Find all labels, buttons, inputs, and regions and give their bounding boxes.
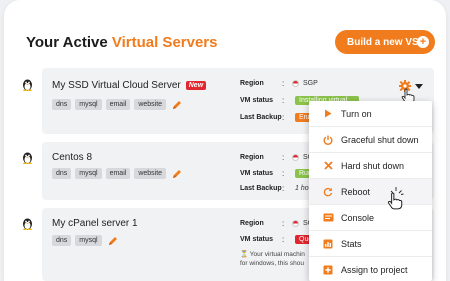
tag: email bbox=[105, 99, 131, 110]
colon: : bbox=[282, 235, 285, 244]
server-name[interactable]: My cPanel server 1 bbox=[52, 218, 138, 229]
new-badge: New bbox=[185, 81, 207, 90]
plus-icon: + bbox=[417, 36, 429, 48]
menu-item-reboot[interactable]: Reboot bbox=[309, 179, 432, 205]
tag: mysql bbox=[75, 235, 102, 246]
menu-item-assign-to-project[interactable]: Assign to project bbox=[309, 257, 432, 281]
singapore-flag-icon bbox=[292, 220, 299, 227]
title-prefix: Your Active bbox=[26, 34, 112, 51]
colon: : bbox=[282, 169, 285, 178]
region-text: SGP bbox=[303, 80, 318, 87]
region-value: SGP bbox=[292, 80, 318, 87]
menu-item-stats[interactable]: Stats bbox=[309, 231, 432, 257]
server-actions-menu: Turn on Graceful shut down Hard shut dow… bbox=[309, 101, 432, 281]
menu-item-label: Assign to project bbox=[341, 264, 408, 275]
tag-list: dns mysql bbox=[52, 235, 118, 246]
info-line: for windows, this shou bbox=[240, 260, 304, 267]
vm-status-label: VM status bbox=[240, 236, 274, 243]
build-new-vs-button[interactable]: Build a new VS + bbox=[335, 30, 435, 54]
server-name-text: My SSD Virtual Cloud Server bbox=[52, 80, 181, 91]
plus-square-icon bbox=[319, 265, 337, 275]
menu-item-hard-shut-down[interactable]: Hard shut down bbox=[309, 153, 432, 179]
menu-item-turn-on[interactable]: Turn on bbox=[309, 101, 432, 127]
linux-tux-icon bbox=[23, 79, 32, 91]
tag: website bbox=[134, 99, 167, 110]
region-label: Region bbox=[240, 80, 264, 87]
chevron-down-icon[interactable] bbox=[415, 84, 423, 89]
close-icon bbox=[319, 161, 337, 170]
tag: dns bbox=[52, 235, 72, 246]
last-backup-label: Last Backup bbox=[240, 185, 282, 192]
vm-status-label: VM status bbox=[240, 97, 274, 104]
server-name[interactable]: My SSD Virtual Cloud Server New bbox=[52, 80, 207, 91]
hourglass-icon: ⏳ bbox=[240, 251, 249, 258]
colon: : bbox=[282, 96, 285, 105]
click-burst-icon bbox=[390, 187, 404, 195]
menu-item-graceful-shut-down[interactable]: Graceful shut down bbox=[309, 127, 432, 153]
colon: : bbox=[282, 184, 285, 193]
vm-status-label: VM status bbox=[240, 170, 274, 177]
server-name[interactable]: Centos 8 bbox=[52, 152, 92, 163]
singapore-flag-icon bbox=[292, 80, 299, 87]
linux-tux-icon bbox=[23, 152, 32, 164]
tag-list: dns mysql email website bbox=[52, 99, 182, 110]
info-note: ⏳ Your virtual machin bbox=[240, 250, 305, 258]
build-button-label: Build a new VS bbox=[347, 36, 419, 48]
play-icon bbox=[319, 109, 337, 118]
tag: dns bbox=[52, 168, 72, 179]
last-backup-label: Last Backup bbox=[240, 114, 282, 121]
colon: : bbox=[282, 79, 285, 88]
refresh-icon bbox=[319, 187, 337, 197]
menu-item-label: Graceful shut down bbox=[341, 134, 419, 145]
menu-item-label: Turn on bbox=[341, 108, 372, 119]
tag-list: dns mysql email website bbox=[52, 168, 182, 179]
pencil-icon[interactable] bbox=[172, 100, 182, 110]
pencil-icon[interactable] bbox=[108, 236, 118, 246]
colon: : bbox=[282, 113, 285, 122]
title-accent: Virtual Servers bbox=[111, 34, 218, 51]
singapore-flag-icon bbox=[292, 154, 299, 161]
stats-icon bbox=[319, 239, 337, 249]
colon: : bbox=[282, 219, 285, 228]
menu-item-label: Stats bbox=[341, 238, 362, 249]
region-label: Region bbox=[240, 220, 264, 227]
linux-tux-icon bbox=[23, 218, 32, 230]
menu-item-label: Reboot bbox=[341, 186, 371, 197]
tag: mysql bbox=[75, 99, 102, 110]
tag: dns bbox=[52, 99, 72, 110]
page-title: Your Active Virtual Servers bbox=[26, 34, 217, 51]
menu-item-console[interactable]: Console bbox=[309, 205, 432, 231]
info-line: Your virtual machin bbox=[249, 251, 305, 258]
colon: : bbox=[282, 153, 285, 162]
servers-panel: Your Active Virtual Servers Build a new … bbox=[4, 0, 446, 281]
pencil-icon[interactable] bbox=[172, 169, 182, 179]
region-label: Region bbox=[240, 154, 264, 161]
tag: mysql bbox=[75, 168, 102, 179]
tag: email bbox=[105, 168, 131, 179]
power-icon bbox=[319, 135, 337, 145]
menu-item-label: Console bbox=[341, 212, 375, 223]
console-icon bbox=[319, 213, 337, 222]
tag: website bbox=[134, 168, 167, 179]
menu-item-label: Hard shut down bbox=[341, 160, 405, 171]
